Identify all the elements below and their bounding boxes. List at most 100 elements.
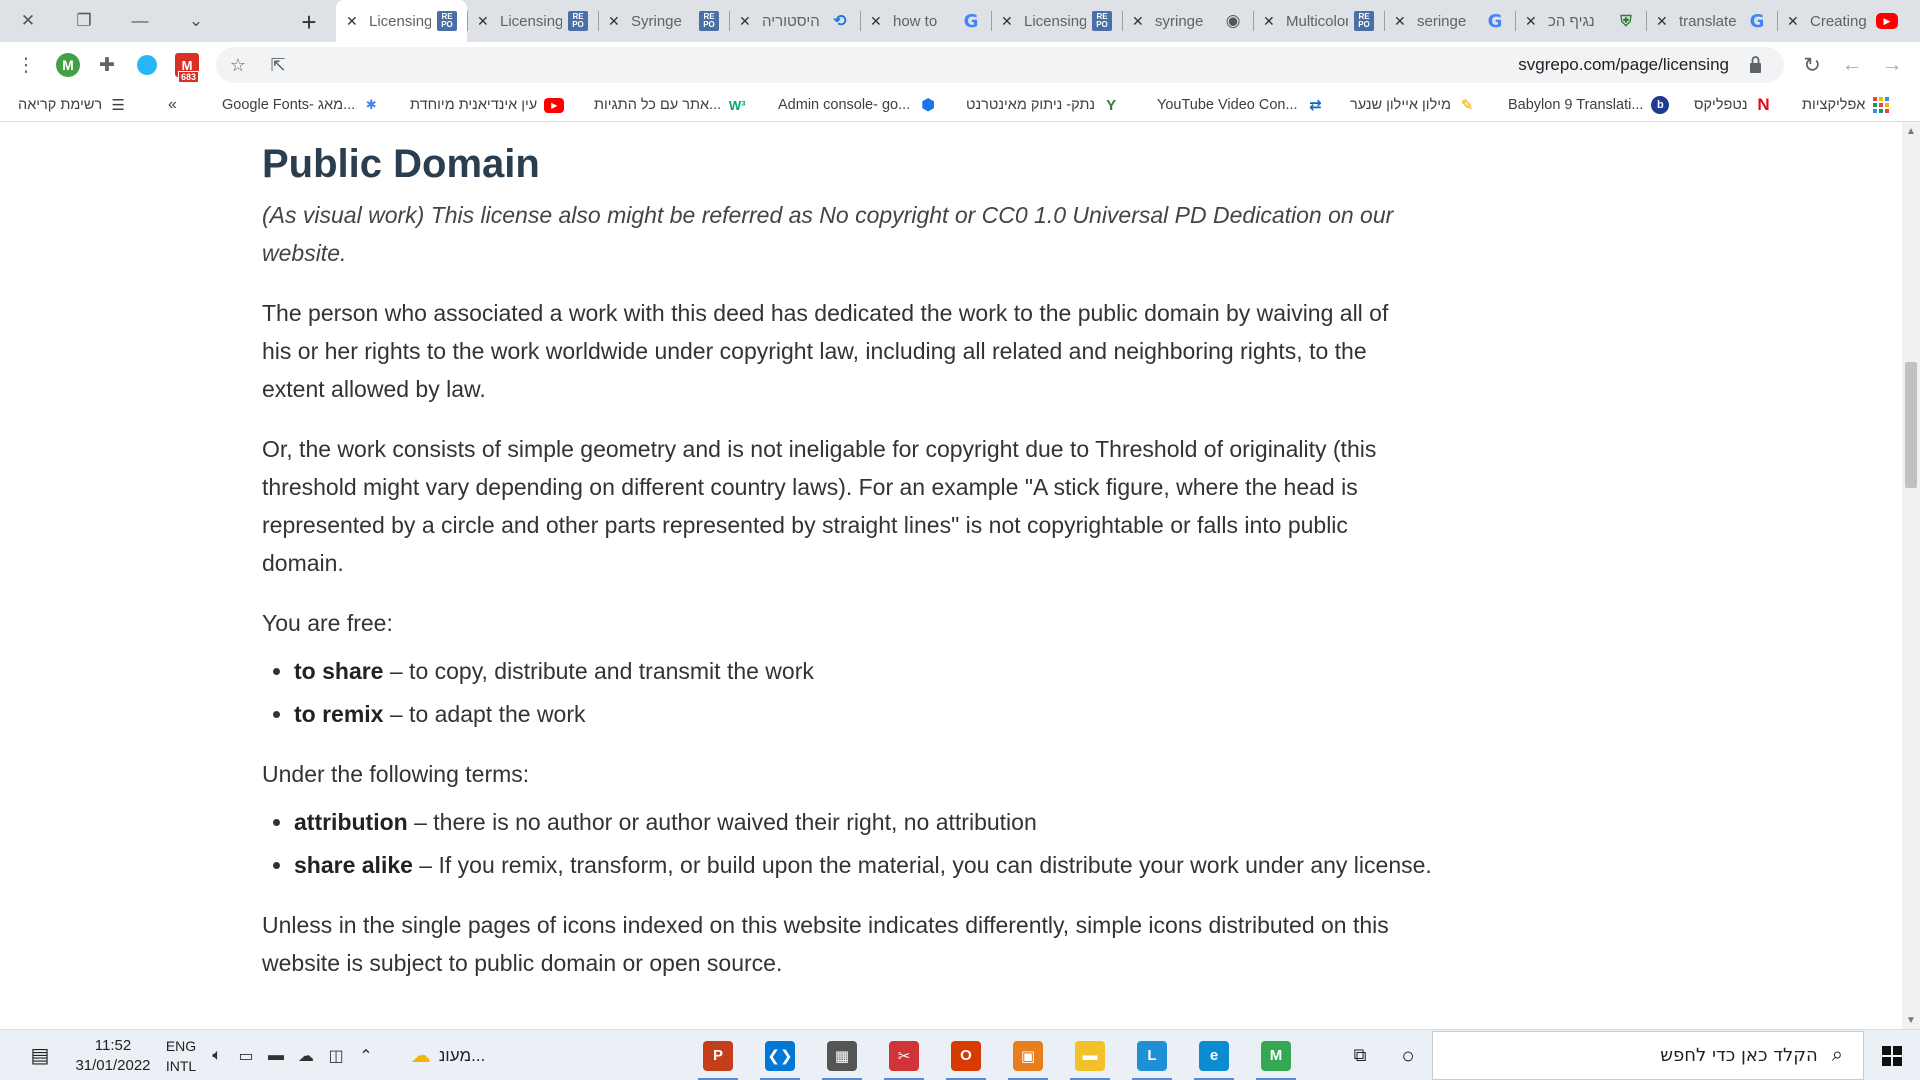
close-tab-icon[interactable]: ✕	[1132, 13, 1148, 30]
forward-arrow-icon[interactable]: →	[1876, 49, 1908, 81]
bookmark-label: מילון איילון שנער	[1350, 97, 1451, 113]
url-text[interactable]: svgrepo.com/page/licensing	[1518, 55, 1729, 75]
notifications-icon[interactable]: ▤	[20, 1030, 60, 1080]
history-icon: ⟲	[833, 13, 847, 30]
cortana-icon[interactable]: ○	[1384, 1030, 1432, 1080]
close-tab-icon[interactable]: ✕	[1394, 13, 1410, 30]
bookmark-netek[interactable]: נתק- ניתוק מאינטרנט Y	[966, 95, 1120, 115]
google-icon: G	[963, 10, 979, 32]
taskbar-app-lingo[interactable]: L	[1126, 1030, 1178, 1080]
language-indicator[interactable]: ENG INTL	[160, 1030, 202, 1080]
search-input[interactable]	[1453, 1045, 1818, 1066]
svgrepo-icon: RE PO	[699, 11, 719, 31]
extensions-puzzle-icon[interactable]: ✚	[91, 49, 123, 81]
address-bar[interactable]: ☆ ⇱ svgrepo.com/page/licensing	[216, 47, 1784, 83]
tab-0[interactable]: ✕ Licensing RE PO	[336, 0, 467, 42]
close-tab-icon[interactable]: ✕	[346, 13, 362, 30]
tab-title: Creating	[1810, 12, 1867, 30]
scroll-up-arrow-icon[interactable]: ▲	[1902, 122, 1920, 140]
new-tab-button[interactable]: +	[293, 6, 325, 38]
tab-10[interactable]: ✕ translate G	[1646, 0, 1777, 42]
tab-2[interactable]: ✕ Syringe RE PO	[598, 0, 729, 42]
battery-icon[interactable]: ▬	[264, 1030, 288, 1080]
tab-7[interactable]: ✕ Multicolor RE PO	[1253, 0, 1384, 42]
reload-icon[interactable]: ↻	[1796, 49, 1828, 81]
tab-title: Syringe	[631, 12, 682, 30]
paragraph-geometry: Or, the work consists of simple geometry…	[262, 436, 1377, 576]
bookmark-apps[interactable]: אפליקציות	[1802, 95, 1890, 115]
share-icon[interactable]: ⇱	[262, 49, 294, 81]
network-icon[interactable]: ▭	[234, 1030, 258, 1080]
bookmark-google-fonts[interactable]: Google Fonts- מאג... ✱	[222, 95, 387, 115]
taskbar-search[interactable]: ⌕	[1432, 1031, 1864, 1080]
close-tab-icon[interactable]: ✕	[1787, 13, 1803, 30]
bookmark-tags-site[interactable]: אתר עם כל התגיות... W³	[594, 95, 746, 115]
profile-button[interactable]: M	[52, 49, 84, 81]
close-tab-icon[interactable]: ✕	[739, 13, 755, 30]
bookmark-babylon[interactable]: Babylon 9 Translati... b	[1508, 95, 1676, 115]
menu-kebab-icon[interactable]: ⋮	[10, 49, 42, 81]
bookmark-admin-console[interactable]: Admin console- go... ⬢	[778, 95, 944, 115]
taskbar-app-tool[interactable]: ▣	[1002, 1030, 1054, 1080]
gmail-extension-icon[interactable]: M 683	[171, 49, 203, 83]
bookmark-label: אפליקציות	[1802, 97, 1866, 113]
close-tab-icon[interactable]: ✕	[608, 13, 624, 30]
bookmark-label: YouTube Video Con...	[1157, 97, 1298, 113]
taskbar-app-edge[interactable]: e	[1188, 1030, 1240, 1080]
volume-icon[interactable]: 🔈︎	[205, 1030, 229, 1080]
tab-5[interactable]: ✕ Licensing RE PO	[991, 0, 1122, 42]
bookmark-youtube-converter[interactable]: YouTube Video Con... ⇄	[1157, 95, 1332, 115]
calculator-icon: ▦	[827, 1040, 857, 1071]
bookmark-netflix[interactable]: נטפליקס N	[1694, 95, 1772, 115]
list-desc: – If you remix, transform, or build upon…	[412, 852, 1432, 878]
page-scrollbar[interactable]: ▲ ▼	[1902, 122, 1920, 1029]
tab-3[interactable]: ✕ היסטוריה ⟲	[729, 0, 860, 42]
tab-9[interactable]: ✕ נגיף הכ ⛨	[1515, 0, 1646, 42]
taskbar-app-calculator[interactable]: ▦	[816, 1030, 868, 1080]
powerpoint-icon: P	[703, 1040, 733, 1071]
reading-list-button[interactable]: רשימת קריאה ☰	[18, 95, 127, 115]
cloud-sync-icon[interactable]: ☁	[294, 1030, 318, 1080]
scroll-down-arrow-icon[interactable]: ▼	[1902, 1011, 1920, 1029]
tab-8[interactable]: ✕ seringe G	[1384, 0, 1515, 42]
scrollbar-thumb[interactable]	[1905, 362, 1917, 488]
taskbar-app-snipping-tool[interactable]: ✂	[878, 1030, 930, 1080]
bookmark-youtube-eye[interactable]: עין אינדיאנית מיוחדת ▶	[410, 95, 565, 115]
start-button[interactable]	[1864, 1030, 1920, 1080]
taskbar-app-office[interactable]: O	[940, 1030, 992, 1080]
tab-search-icon[interactable]: ⌄	[168, 0, 224, 42]
taskbar-app-file-explorer[interactable]: ▬	[1064, 1030, 1116, 1080]
close-tab-icon[interactable]: ✕	[1001, 13, 1017, 30]
minimize-icon[interactable]: —	[112, 0, 168, 42]
license-content: Public Domain (As visual work) This lice…	[262, 122, 1432, 982]
weather-widget[interactable]: ☁ מעונ...	[398, 1030, 498, 1080]
bookmark-milon[interactable]: מילון איילון שנער ✎	[1350, 95, 1476, 115]
close-tab-icon[interactable]: ✕	[1525, 13, 1541, 30]
close-tab-icon[interactable]: ✕	[870, 13, 886, 30]
close-tab-icon[interactable]: ✕	[477, 13, 493, 30]
device-icon[interactable]: ◫	[324, 1030, 348, 1080]
tab-11[interactable]: ✕ Creating ▶	[1777, 0, 1908, 42]
close-tab-icon[interactable]: ✕	[1263, 13, 1279, 30]
bookmark-star-icon[interactable]: ☆	[222, 49, 254, 81]
lock-icon[interactable]	[1749, 55, 1762, 75]
close-tab-icon[interactable]: ✕	[1656, 13, 1672, 30]
tab-6[interactable]: ✕ syringe ◉	[1122, 0, 1253, 42]
list-item: attribution – there is no author or auth…	[294, 803, 1422, 841]
task-view-icon[interactable]: ⧉	[1336, 1030, 1384, 1080]
youtube-icon: ▶	[1876, 13, 1898, 29]
chevron-up-icon[interactable]: ⌃	[354, 1030, 378, 1080]
paragraph-dedication: The person who associated a work with th…	[262, 300, 1389, 402]
tab-4[interactable]: ✕ how to G	[860, 0, 991, 42]
list-term: to remix	[294, 701, 384, 727]
cloud-extension-icon[interactable]	[131, 49, 163, 81]
clock[interactable]: 11:52 31/01/2022	[68, 1030, 158, 1080]
more-bookmarks-chevron[interactable]: «	[168, 95, 177, 115]
taskbar-app-powerpoint[interactable]: P	[692, 1030, 744, 1080]
restore-icon[interactable]: ❐	[56, 0, 112, 42]
taskbar-app-chrome[interactable]: M	[1250, 1030, 1302, 1080]
tab-1[interactable]: ✕ Licensing RE PO	[467, 0, 598, 42]
taskbar-app-vscode[interactable]: ❮❯	[754, 1030, 806, 1080]
back-arrow-icon[interactable]: ←	[1836, 49, 1868, 81]
close-icon[interactable]: ✕	[0, 0, 56, 42]
